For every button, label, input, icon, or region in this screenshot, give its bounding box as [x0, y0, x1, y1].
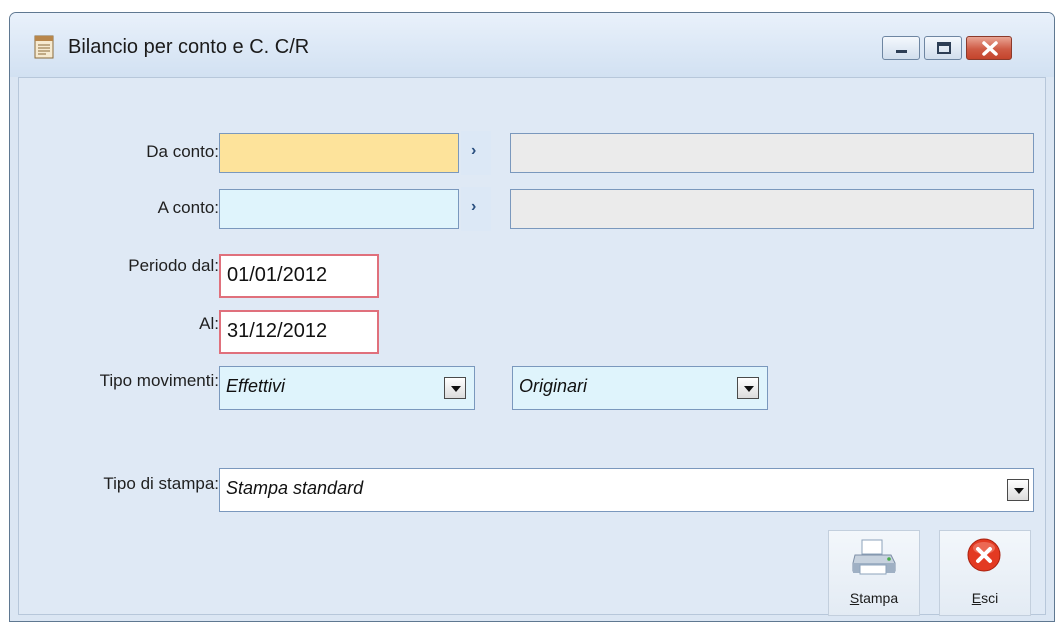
- a-conto-zoom-button[interactable]: ›: [461, 187, 491, 231]
- tipo-movimenti-dropdown-button[interactable]: [444, 377, 466, 399]
- periodo-dal-label: Periodo dal:: [128, 256, 219, 275]
- tipo-stampa-label: Tipo di stampa:: [103, 474, 219, 493]
- al-input[interactable]: 31/12/2012: [219, 310, 379, 354]
- title-bar[interactable]: Bilancio per conto e C. C/R: [10, 13, 1054, 77]
- tipo-movimenti-2-value: Originari: [519, 376, 588, 396]
- maximize-button[interactable]: [924, 36, 962, 60]
- form-panel: Da conto: › A conto: › Periodo dal: 01/0…: [18, 77, 1046, 616]
- chevron-right-icon: ›: [471, 198, 477, 215]
- close-icon: [982, 41, 998, 56]
- da-conto-label: Da conto:: [146, 142, 219, 161]
- esci-button[interactable]: Esci: [939, 530, 1031, 616]
- minimize-button[interactable]: [882, 36, 920, 60]
- minimize-icon: [896, 50, 907, 53]
- stampa-label: Stampa: [849, 590, 899, 606]
- close-circle-icon: [966, 537, 1006, 582]
- tipo-movimenti-select[interactable]: Effettivi: [219, 366, 475, 410]
- tipo-movimenti-value: Effettivi: [226, 376, 286, 396]
- da-conto-input[interactable]: [219, 133, 459, 173]
- da-conto-zoom-button[interactable]: ›: [461, 131, 491, 175]
- report-document-icon: [34, 35, 54, 59]
- chevron-down-icon: [744, 386, 754, 392]
- tipo-movimenti-2-dropdown-button[interactable]: [737, 377, 759, 399]
- al-label: Al:: [199, 314, 219, 333]
- tipo-stampa-value: Stampa standard: [226, 478, 364, 498]
- tipo-movimenti-2-select[interactable]: Originari: [512, 366, 768, 410]
- a-conto-description: [510, 189, 1034, 229]
- window-title: Bilancio per conto e C. C/R: [68, 36, 310, 58]
- tipo-stampa-dropdown-button[interactable]: [1007, 479, 1029, 501]
- chevron-down-icon: [1014, 488, 1024, 494]
- chevron-right-icon: ›: [471, 142, 477, 159]
- a-conto-input[interactable]: [219, 189, 459, 229]
- a-conto-label: A conto:: [157, 198, 219, 217]
- stampa-button[interactable]: Stampa: [828, 530, 920, 616]
- tipo-movimenti-label: Tipo movimenti:: [99, 371, 219, 390]
- da-conto-description: [510, 133, 1034, 173]
- tipo-stampa-select[interactable]: Stampa standard: [219, 468, 1034, 512]
- chevron-down-icon: [451, 386, 461, 392]
- maximize-icon: [937, 42, 951, 54]
- periodo-dal-input[interactable]: 01/01/2012: [219, 254, 379, 298]
- printer-icon: [851, 537, 897, 586]
- close-window-button[interactable]: [966, 36, 1012, 60]
- esci-label: Esci: [971, 590, 999, 606]
- report-window: Bilancio per conto e C. C/R Da conto: ›: [9, 12, 1055, 622]
